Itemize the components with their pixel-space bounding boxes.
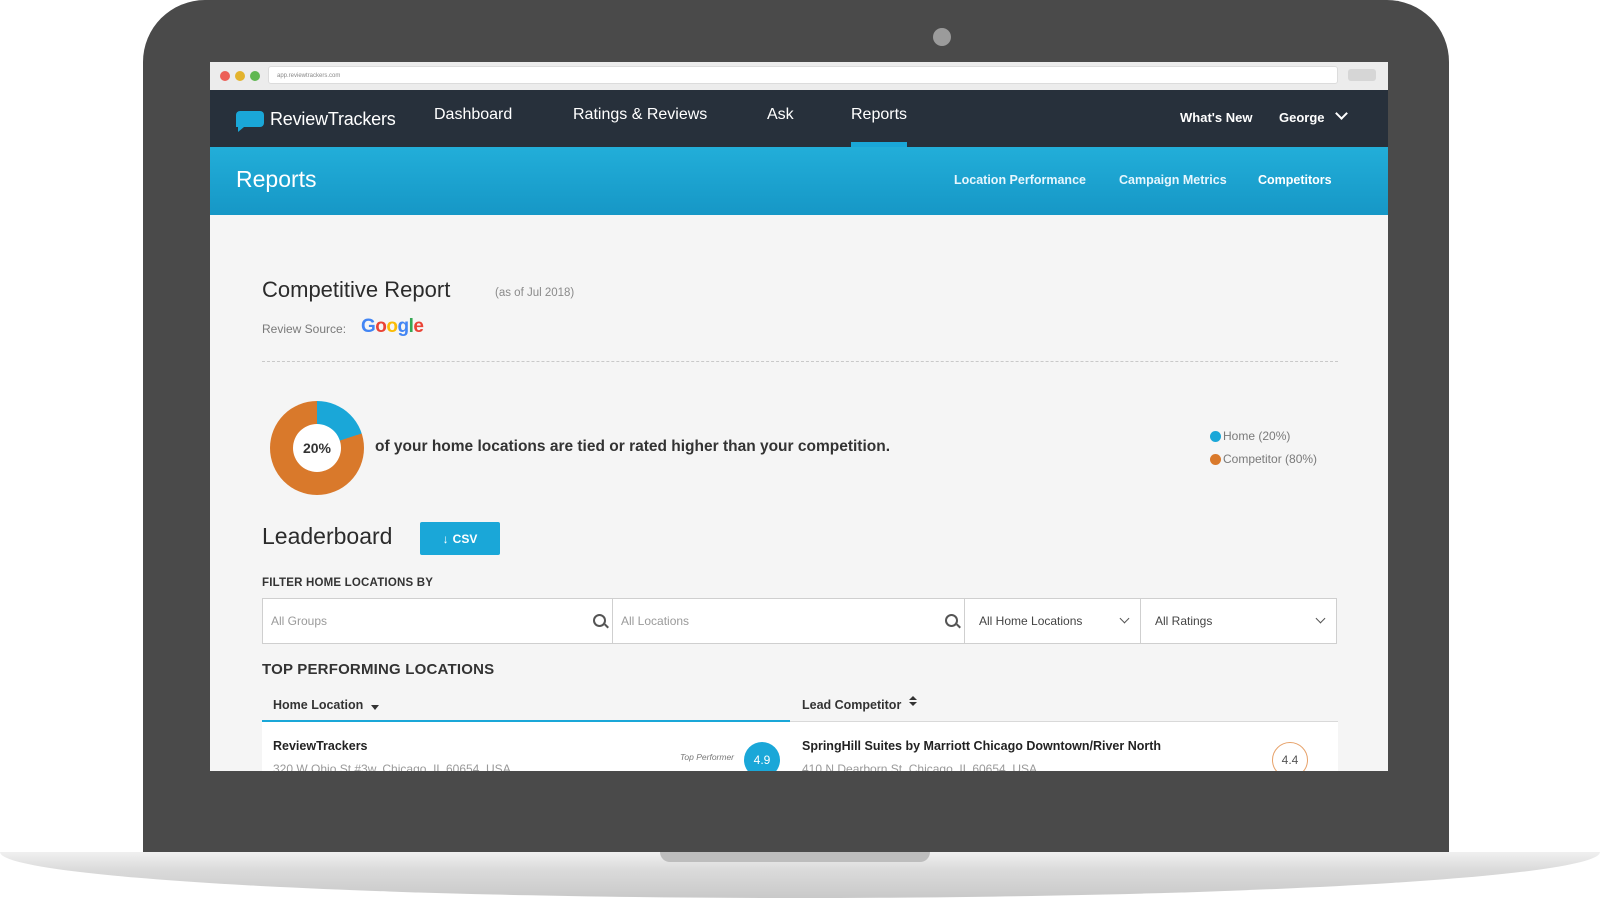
groups-placeholder: All Groups: [271, 614, 328, 628]
review-source-label: Review Source:: [262, 322, 347, 336]
home-location-address: 320 W Ohio St #3w, Chicago, IL 60654, US…: [273, 762, 511, 771]
extension-icon[interactable]: [1348, 69, 1376, 81]
tab-competitors[interactable]: Competitors: [1258, 147, 1332, 213]
leaderboard-title: Leaderboard: [262, 523, 393, 549]
competitor-rating-badge: 4.4: [1272, 742, 1308, 771]
legend-home-swatch: [1210, 430, 1221, 442]
sort-icon: [909, 696, 918, 706]
report-date: (as of Jul 2018): [495, 287, 575, 299]
maximize-window-icon[interactable]: [250, 71, 260, 81]
home-rating-badge: 4.9: [744, 742, 780, 771]
column-home-location[interactable]: Home Location: [273, 690, 380, 722]
home-locations-value: All Home Locations: [979, 614, 1083, 628]
table-row[interactable]: ReviewTrackers 320 W Ohio St #3w, Chicag…: [262, 722, 1338, 771]
ratings-value: All Ratings: [1155, 614, 1213, 628]
top-navigation: ReviewTrackers Dashboard Ratings & Revie…: [210, 90, 1388, 147]
ratings-select[interactable]: All Ratings: [1141, 599, 1336, 643]
top-performing-title: TOP PERFORMING LOCATIONS: [262, 661, 495, 678]
chevron-down-icon: [1334, 107, 1348, 120]
search-icon: [945, 614, 958, 627]
donut-chart: 20%: [270, 401, 364, 495]
browser-chrome: app.reviewtrackers.com: [210, 62, 1388, 91]
column-lead-competitor[interactable]: Lead Competitor: [802, 690, 918, 722]
laptop-notch: [660, 852, 930, 862]
competitor-name[interactable]: SpringHill Suites by Marriott Chicago Do…: [802, 739, 1161, 753]
minimize-window-icon[interactable]: [235, 71, 245, 81]
page-title: Reports: [236, 166, 317, 192]
chevron-down-icon: [1119, 613, 1130, 624]
tab-location-performance[interactable]: Location Performance: [954, 147, 1086, 213]
reports-subheader: Reports Location Performance Campaign Me…: [210, 147, 1388, 215]
legend-home-label: Home (20%): [1223, 429, 1291, 443]
logo-text: ReviewTrackers: [270, 108, 396, 129]
competitor-address: 410 N Dearborn St, Chicago, IL 60654, US…: [802, 762, 1038, 771]
filter-bar: All Groups All Locations All Home Locati…: [262, 598, 1337, 644]
legend-home: Home (20%): [1210, 429, 1290, 443]
filter-label: FILTER HOME LOCATIONS BY: [262, 577, 434, 589]
csv-label: CSV: [452, 531, 478, 546]
speech-bubble-icon: [236, 111, 264, 132]
top-performer-badge: Top Performer: [680, 752, 735, 762]
nav-ask[interactable]: Ask: [767, 90, 794, 147]
column-competitor-label: Lead Competitor: [802, 698, 902, 712]
whats-new-link[interactable]: What's New: [1180, 90, 1252, 147]
nav-ratings-reviews[interactable]: Ratings & Reviews: [573, 90, 707, 147]
chevron-down-icon: [1315, 613, 1326, 624]
summary-text: of your home locations are tied or rated…: [375, 438, 891, 455]
nav-reports[interactable]: Reports: [851, 90, 908, 147]
arrow-down-icon: ↓: [442, 531, 449, 546]
logo[interactable]: ReviewTrackers: [236, 107, 396, 132]
sort-down-icon: [371, 705, 380, 710]
column-home-label: Home Location: [273, 698, 364, 712]
camera-icon: [933, 28, 951, 46]
nav-dashboard[interactable]: Dashboard: [434, 90, 512, 147]
legend-competitor: Competitor (80%): [1210, 452, 1317, 466]
report-title: Competitive Report: [262, 277, 451, 302]
home-location-name[interactable]: ReviewTrackers: [273, 739, 368, 753]
close-window-icon[interactable]: [220, 71, 230, 81]
donut-percent: 20%: [293, 424, 341, 472]
groups-search-input[interactable]: All Groups: [263, 599, 613, 643]
screen: app.reviewtrackers.com ReviewTrackers Da…: [210, 62, 1388, 771]
legend-competitor-label: Competitor (80%): [1223, 452, 1318, 466]
user-name: George: [1279, 110, 1325, 125]
home-locations-select[interactable]: All Home Locations: [965, 599, 1141, 643]
tab-campaign-metrics[interactable]: Campaign Metrics: [1119, 147, 1227, 213]
locations-search-input[interactable]: All Locations: [613, 599, 965, 643]
legend-competitor-swatch: [1210, 453, 1221, 465]
search-icon: [593, 614, 606, 627]
user-menu[interactable]: George: [1279, 90, 1348, 147]
locations-placeholder: All Locations: [621, 614, 690, 628]
section-divider: [262, 361, 1338, 362]
csv-download-button[interactable]: ↓ CSV: [420, 522, 500, 555]
address-bar[interactable]: app.reviewtrackers.com: [268, 66, 1338, 84]
google-logo: Google: [361, 316, 424, 337]
main-content: Competitive Report (as of Jul 2018) Revi…: [210, 215, 1388, 771]
